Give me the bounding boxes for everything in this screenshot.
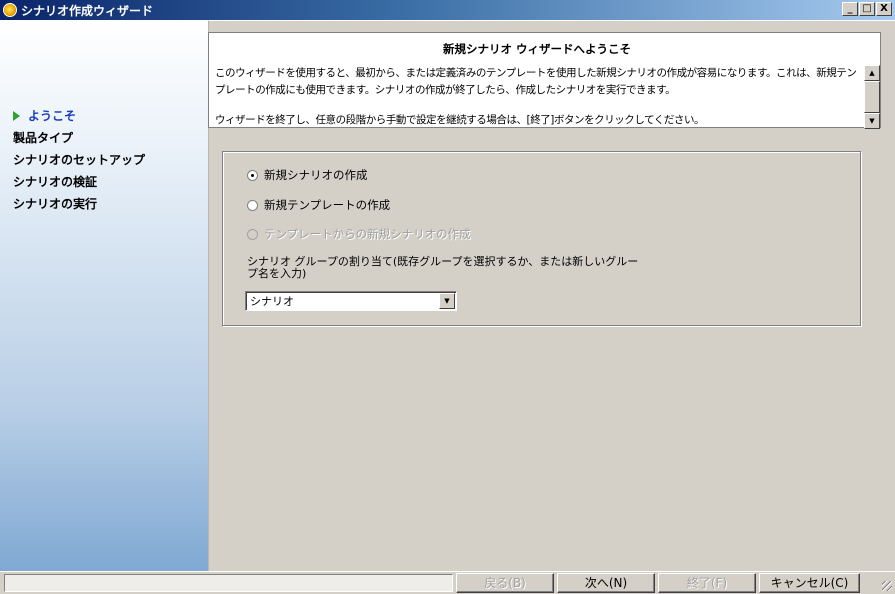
- radio-new-scenario[interactable]: 新規シナリオの作成: [247, 167, 368, 183]
- cancel-button[interactable]: キャンセル(C): [759, 573, 860, 593]
- step-label: ようこそ: [28, 109, 77, 123]
- step-scenario-verify[interactable]: シナリオの検証: [13, 171, 145, 193]
- window-title: シナリオ作成ウィザード: [21, 3, 154, 18]
- radio-checked-icon: [247, 169, 258, 181]
- options-group: 新規シナリオの作成 新規テンプレートの作成 テンプレートからの新規シナリオの作成…: [222, 151, 861, 326]
- resize-grip-icon[interactable]: [882, 581, 892, 591]
- wizard-steps: ようこそ 製品タイプ シナリオのセットアップ シナリオの検証 シナリオの実行: [13, 105, 145, 215]
- close-button[interactable]: X: [876, 2, 892, 16]
- select-value: シナリオ: [250, 295, 294, 308]
- wizard-sidebar: ようこそ 製品タイプ シナリオのセットアップ シナリオの検証 シナリオの実行: [0, 20, 208, 571]
- welcome-paragraph-2: ウィザードを終了し、任意の段階から手動で設定を継続する場合は、[終了]ボタンをク…: [215, 114, 705, 126]
- step-scenario-run[interactable]: シナリオの実行: [13, 193, 145, 215]
- step-product-type[interactable]: 製品タイプ: [13, 127, 145, 149]
- maximize-button[interactable]: □: [859, 2, 875, 16]
- radio-label: 新規シナリオの作成: [264, 168, 368, 182]
- button-bar: 戻る(B) 次へ(N) 終了(F) キャンセル(C): [0, 571, 895, 594]
- radio-disabled-icon: [247, 228, 258, 240]
- welcome-paragraph-1: このウィザードを使用すると、最初から、または定義済みのテンプレートを使用した新規…: [215, 67, 857, 96]
- welcome-title: 新規シナリオ ウィザードへようこそ: [442, 42, 631, 56]
- step-scenario-setup[interactable]: シナリオのセットアップ: [13, 149, 145, 171]
- welcome-scrollbar[interactable]: ▲ ▼: [864, 65, 880, 129]
- minimize-button[interactable]: _: [842, 2, 858, 16]
- scroll-up-icon[interactable]: ▲: [864, 65, 880, 81]
- step-welcome[interactable]: ようこそ: [13, 105, 145, 127]
- finish-button[interactable]: 終了(F): [658, 573, 756, 593]
- scroll-down-icon[interactable]: ▼: [864, 113, 880, 129]
- dropdown-arrow-icon[interactable]: ▼: [439, 293, 455, 309]
- title-bar: シナリオ作成ウィザード _ □ X: [0, 0, 895, 20]
- radio-label: テンプレートからの新規シナリオの作成: [264, 227, 471, 241]
- welcome-text: このウィザードを使用すると、最初から、または定義済みのテンプレートを使用した新規…: [215, 65, 857, 142]
- app-icon: [3, 3, 17, 17]
- welcome-panel: 新規シナリオ ウィザードへようこそ このウィザードを使用すると、最初から、または…: [208, 32, 881, 129]
- back-button[interactable]: 戻る(B): [456, 573, 554, 593]
- scenario-group-select[interactable]: シナリオ ▼: [245, 291, 457, 311]
- radio-label: 新規テンプレートの作成: [264, 198, 391, 212]
- status-field: [4, 574, 453, 592]
- nav-arrow-icon: [13, 111, 20, 121]
- radio-scenario-from-template: テンプレートからの新規シナリオの作成: [247, 226, 471, 242]
- radio-new-template[interactable]: 新規テンプレートの作成: [247, 197, 390, 213]
- radio-unchecked-icon: [247, 199, 258, 211]
- group-assign-label: シナリオ グループの割り当て(既存グループを選択するか、または新しいグループ名を…: [247, 255, 639, 280]
- scroll-thumb[interactable]: [864, 81, 880, 113]
- next-button[interactable]: 次へ(N): [557, 573, 655, 593]
